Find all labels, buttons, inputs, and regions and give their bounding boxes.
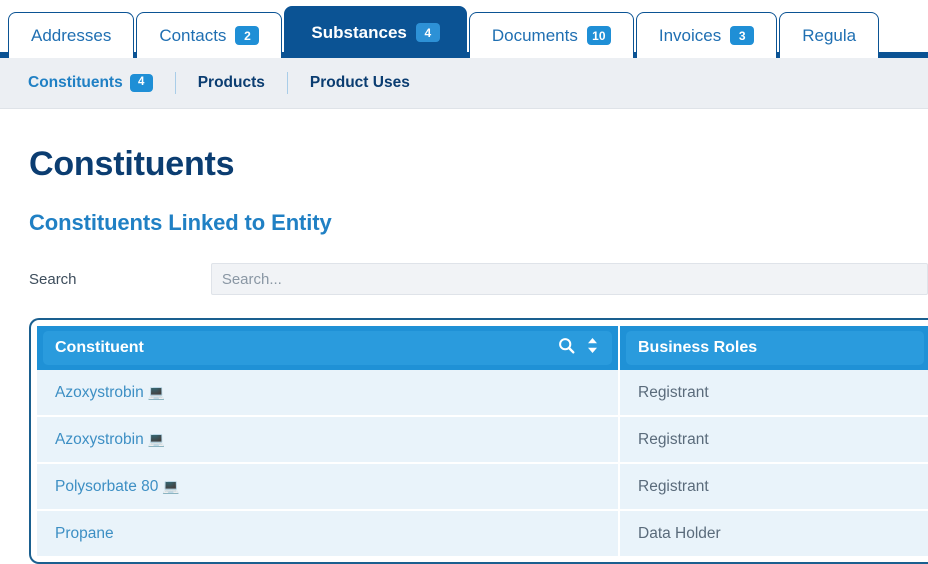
tab-invoices[interactable]: Invoices 3 xyxy=(635,12,778,58)
constituent-link[interactable]: Propane xyxy=(55,525,114,542)
tab-badge-count: 2 xyxy=(235,26,260,45)
constituents-table-frame: Constituent Business Roles Azoxystrobin … xyxy=(29,318,928,564)
cell-business-roles: Registrant xyxy=(619,416,928,464)
page-content: Constituents Constituents Linked to Enti… xyxy=(0,109,928,564)
tab-label: Substances xyxy=(311,22,407,42)
laptop-icon: 💻 xyxy=(162,477,180,494)
tab-documents[interactable]: Documents 10 xyxy=(468,12,634,58)
table-header: Constituent Business Roles xyxy=(37,326,928,370)
column-header-icons xyxy=(558,337,598,359)
tab-label: Addresses xyxy=(31,25,112,45)
table-body: Azoxystrobin 💻 Registrant Azoxystrobin 💻 R… xyxy=(37,370,928,556)
table-row: Polysorbate 80 💻 Registrant xyxy=(37,463,928,511)
search-input[interactable] xyxy=(210,263,928,295)
page-title: Constituents xyxy=(29,145,235,183)
subnav-divider xyxy=(174,72,176,94)
column-header-label: Business Roles xyxy=(638,339,758,356)
tab-badge-count: 3 xyxy=(730,26,755,45)
column-header-business-roles[interactable]: Business Roles xyxy=(619,326,928,370)
table-row: Azoxystrobin 💻 Registrant xyxy=(37,370,928,417)
subnav-item-constituents[interactable]: Constituents 4 xyxy=(28,74,153,92)
tab-label: Invoices xyxy=(658,25,722,45)
constituent-link[interactable]: Polysorbate 80 xyxy=(55,478,158,495)
subnav-item-label: Constituents xyxy=(28,74,123,91)
tab-badge-count: 4 xyxy=(415,23,440,42)
column-header-label: Constituent xyxy=(55,339,144,356)
search-label: Search xyxy=(29,270,77,288)
tab-substances[interactable]: Substances 4 xyxy=(284,6,467,58)
subnav-item-products[interactable]: Products xyxy=(198,74,265,92)
tab-label: Contacts xyxy=(159,25,227,45)
tab-addresses[interactable]: Addresses xyxy=(8,12,135,58)
subnav-badge-count: 4 xyxy=(129,74,153,92)
tab-label: Documents xyxy=(491,25,578,45)
section-title: Constituents Linked to Entity xyxy=(29,210,332,235)
column-header-constituent[interactable]: Constituent xyxy=(37,326,620,370)
subnav-item-label: Product Uses xyxy=(309,74,410,91)
tab-contacts[interactable]: Contacts 2 xyxy=(136,12,283,58)
table-header-row: Constituent Business Roles xyxy=(37,326,928,370)
sort-toggle-icon[interactable] xyxy=(587,337,598,359)
cell-constituent: Polysorbate 80 💻 xyxy=(37,463,620,511)
sub-navigation: Constituents 4 Products Product Uses xyxy=(0,58,928,109)
cell-business-roles: Registrant xyxy=(619,370,928,417)
cell-business-roles: Data Holder xyxy=(619,510,928,556)
subnav-divider xyxy=(286,72,288,94)
constituent-link[interactable]: Azoxystrobin xyxy=(55,384,144,401)
laptop-icon: 💻 xyxy=(147,383,166,400)
cell-constituent: Azoxystrobin 💻 xyxy=(37,416,620,464)
cell-business-roles: Registrant xyxy=(619,463,928,511)
subnav-item-label: Products xyxy=(197,74,265,91)
subnav-item-product-uses[interactable]: Product Uses xyxy=(310,74,410,92)
entity-tab-strip: Addresses Contacts 2 Substances 4 Docume… xyxy=(0,0,928,58)
tab-label: Regula xyxy=(802,25,857,45)
search-row: Search xyxy=(29,263,928,295)
table-row: Propane Data Holder xyxy=(37,510,928,556)
tab-badge-count: 10 xyxy=(586,26,611,45)
search-icon[interactable] xyxy=(558,337,575,359)
constituents-table: Constituent Business Roles Azoxystrobin … xyxy=(37,326,928,556)
laptop-icon: 💻 xyxy=(147,430,166,447)
cell-constituent: Propane xyxy=(37,510,620,556)
table-row: Azoxystrobin 💻 Registrant xyxy=(37,416,928,464)
cell-constituent: Azoxystrobin 💻 xyxy=(37,370,620,417)
tab-regulatory[interactable]: Regula xyxy=(779,12,880,58)
constituent-link[interactable]: Azoxystrobin xyxy=(55,431,144,448)
